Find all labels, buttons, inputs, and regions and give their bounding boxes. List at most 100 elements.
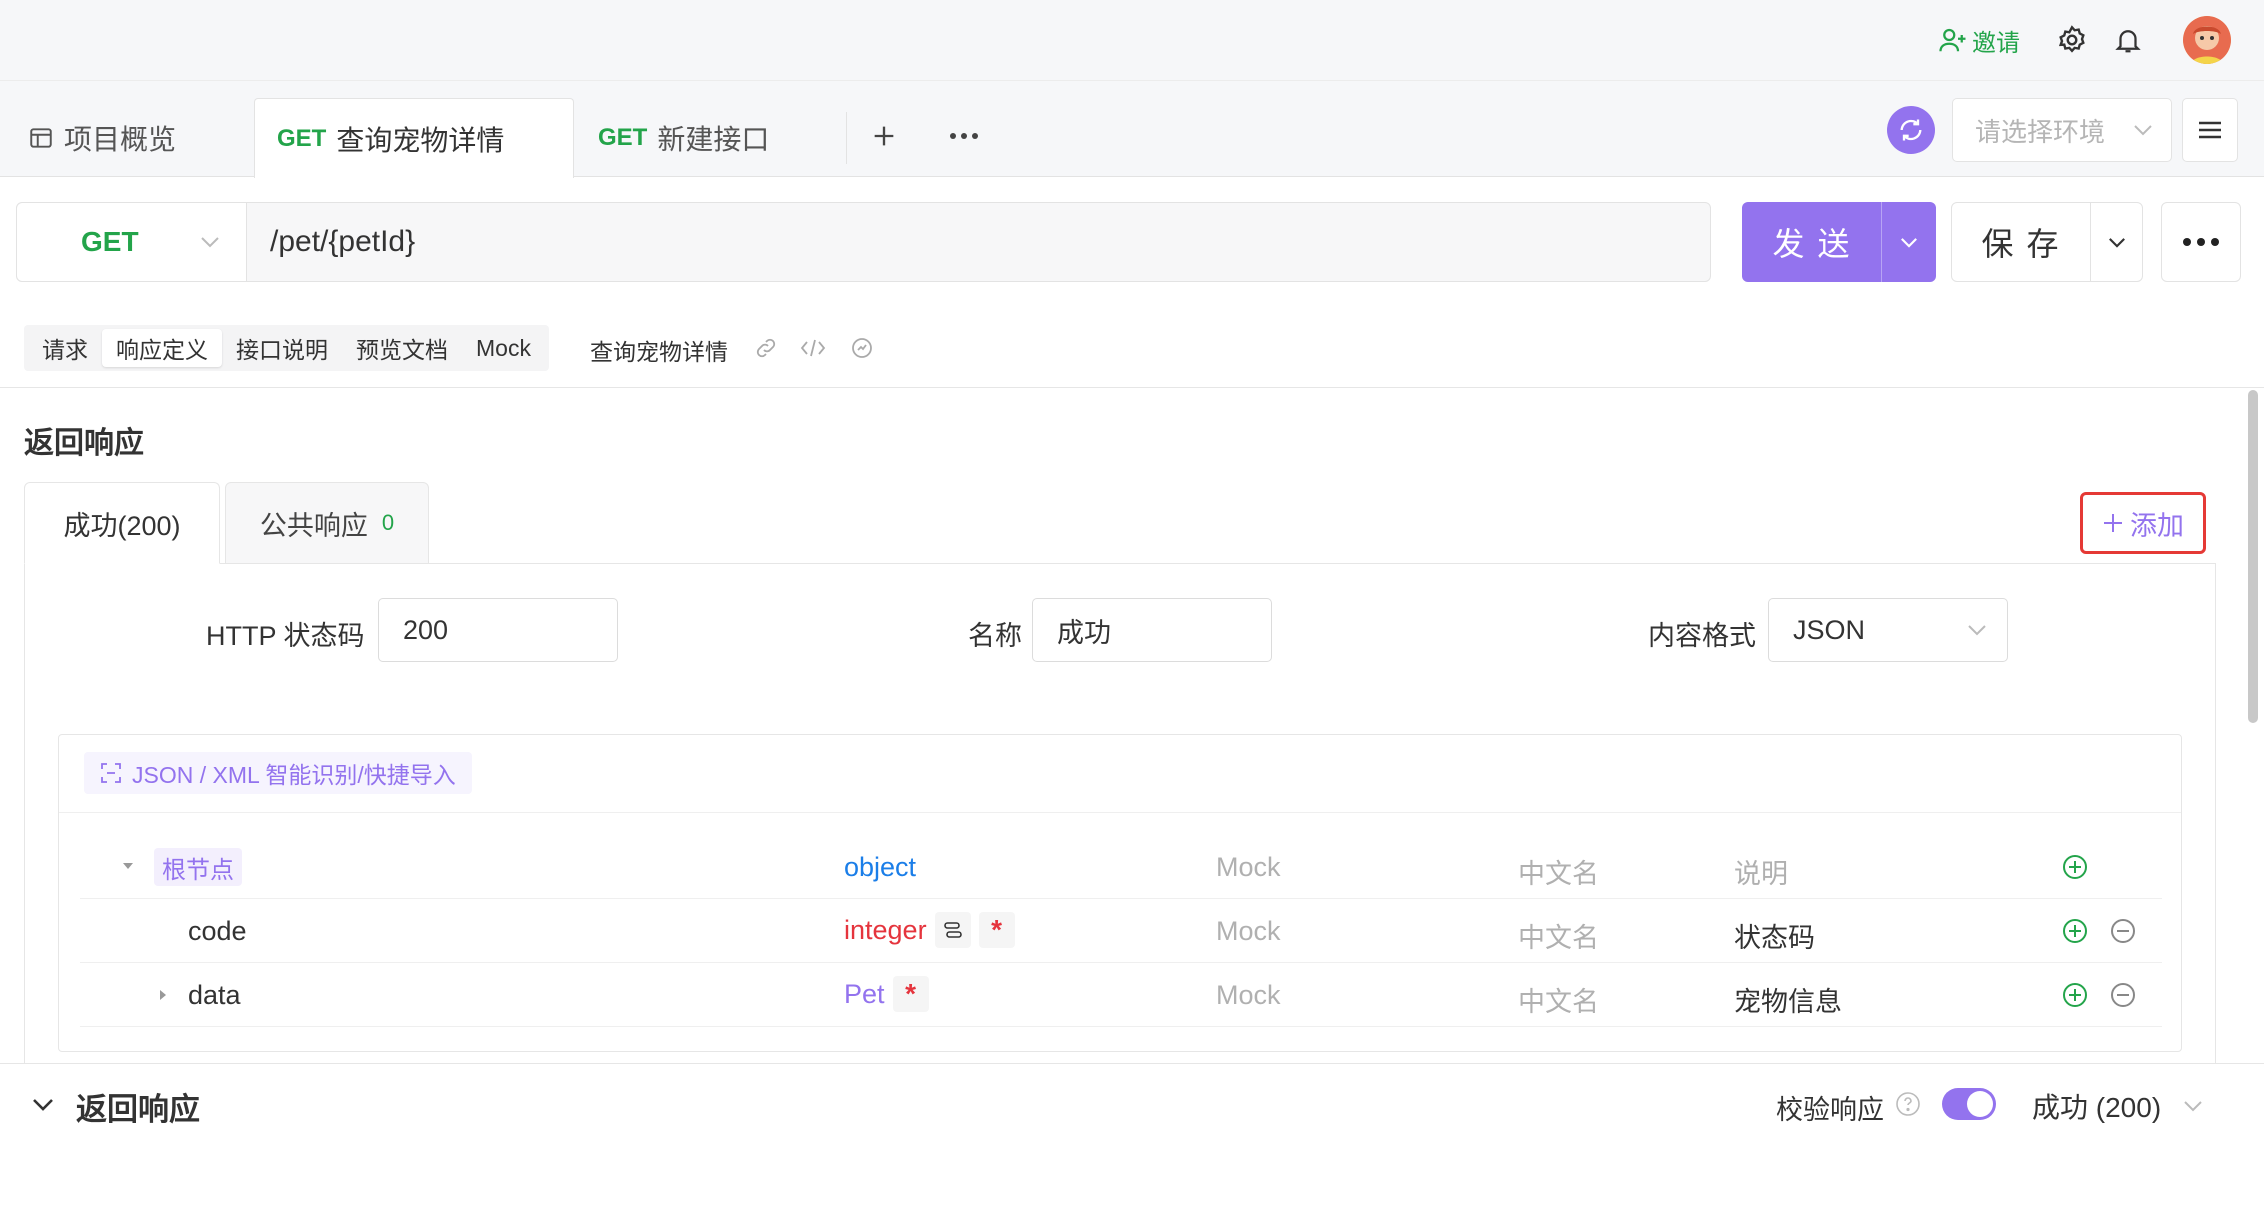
scan-icon	[100, 762, 122, 784]
tab-method: GET	[277, 124, 327, 152]
share-icon[interactable]	[848, 334, 876, 362]
status-code-input[interactable]: 200	[378, 598, 618, 662]
schema-row-cn-name[interactable]: 中文名	[1518, 916, 1599, 955]
smart-import-button[interactable]: JSON / XML 智能识别/快捷导入	[84, 752, 472, 794]
top-bar	[0, 0, 2264, 81]
add-circle-icon[interactable]	[2060, 980, 2090, 1010]
menu-icon[interactable]	[2182, 98, 2238, 162]
remove-circle-icon[interactable]	[2108, 980, 2138, 1010]
content-format-select[interactable]: JSON	[1768, 598, 2008, 662]
content-format-value: JSON	[1793, 614, 1866, 645]
more-tabs-icon[interactable]	[946, 118, 982, 154]
chevron-down-icon[interactable]	[28, 1090, 58, 1120]
tab-label: 查询宠物详情	[336, 124, 505, 156]
response-tab-common[interactable]: 公共响应 0	[225, 482, 429, 564]
caret-right-icon[interactable]	[156, 988, 170, 1002]
enum-icon[interactable]	[934, 912, 971, 948]
schema-row-type[interactable]: integer	[844, 915, 927, 946]
invite-button[interactable]: 邀请	[1938, 22, 2020, 58]
content-format-label: 内容格式	[1648, 621, 1756, 651]
tab-label: 新建接口	[657, 124, 770, 155]
required-icon[interactable]: *	[978, 912, 1015, 948]
environment-placeholder: 请选择环境	[1975, 116, 2106, 147]
add-tab-icon[interactable]	[866, 118, 902, 154]
required-icon[interactable]: *	[892, 976, 929, 1012]
subtab-api-description[interactable]: 接口说明	[222, 329, 342, 367]
bell-icon[interactable]	[2110, 22, 2146, 58]
schema-row-type-cell: Pet *	[844, 976, 929, 1012]
schema-row-cn-name[interactable]: 中文名	[1518, 980, 1599, 1019]
response-tab-label: 公共响应	[259, 510, 368, 541]
toggle-knob	[1967, 1091, 1993, 1117]
name-label: 名称	[968, 621, 1022, 651]
caret-down-icon[interactable]	[120, 858, 136, 874]
validate-toggle[interactable]	[1942, 1088, 1996, 1120]
help-icon[interactable]	[1894, 1090, 1922, 1118]
add-circle-icon[interactable]	[2060, 916, 2090, 946]
chevron-down-icon	[200, 236, 220, 248]
chevron-down-icon	[2183, 1100, 2203, 1112]
section-divider	[0, 387, 2264, 388]
chevron-down-icon[interactable]	[1882, 202, 1936, 282]
add-circle-icon[interactable]	[2060, 852, 2090, 882]
schema-row-name[interactable]: data	[188, 980, 241, 1011]
schema-row-desc[interactable]: 说明	[1734, 852, 1788, 891]
gear-icon[interactable]	[2054, 22, 2090, 58]
subtab-response-definition[interactable]: 响应定义	[102, 329, 222, 367]
more-icon	[2182, 237, 2220, 247]
subtab-mock[interactable]: Mock	[462, 329, 545, 367]
status-code-label: HTTP 状态码	[206, 621, 365, 651]
smart-import-label: JSON / XML 智能识别/快捷导入	[132, 762, 456, 788]
response-select[interactable]: 成功 (200)	[2032, 1086, 2203, 1126]
plus-icon	[2102, 512, 2124, 534]
common-count-badge: 0	[381, 510, 395, 535]
schema-row-desc[interactable]: 宠物信息	[1734, 980, 1842, 1019]
response-tab-success[interactable]: 成功(200)	[24, 482, 220, 564]
schema-row-type[interactable]: Pet	[844, 979, 885, 1010]
tab-new-api[interactable]: GET 新建接口	[598, 98, 838, 178]
schema-row-name[interactable]: 根节点	[154, 848, 242, 886]
sub-tabs: 请求 响应定义 接口说明 预览文档 Mock	[24, 325, 549, 371]
row-divider	[80, 1026, 2162, 1027]
send-button[interactable]: 发 送	[1742, 202, 1936, 282]
schema-row-mock[interactable]: Mock	[1216, 980, 1281, 1011]
api-name: 查询宠物详情	[590, 339, 728, 365]
tab-project-overview[interactable]: 项目概览	[28, 98, 248, 178]
tab-divider	[846, 112, 847, 164]
add-label: 添加	[2130, 510, 2184, 541]
scrollbar[interactable]	[2248, 390, 2258, 723]
schema-row-mock[interactable]: Mock	[1216, 916, 1281, 947]
environment-select[interactable]: 请选择环境	[1952, 98, 2172, 162]
response-footer	[0, 1063, 2264, 1210]
add-response-button[interactable]: 添加	[2080, 492, 2206, 554]
schema-row-mock[interactable]: Mock	[1216, 852, 1281, 883]
row-divider	[80, 962, 2162, 963]
tab-query-pet[interactable]: GET 查询宠物详情	[254, 98, 574, 178]
link-icon[interactable]	[752, 334, 780, 362]
save-label: 保 存	[1981, 226, 2061, 262]
schema-row-name[interactable]: code	[188, 916, 247, 947]
name-input[interactable]: 成功	[1032, 598, 1272, 662]
method-select[interactable]: GET	[17, 203, 247, 281]
tab-label: 项目概览	[64, 124, 177, 155]
schema-row-type[interactable]: object	[844, 852, 916, 883]
chevron-down-icon[interactable]	[2091, 203, 2143, 281]
code-icon[interactable]	[798, 334, 828, 362]
more-actions-button[interactable]	[2161, 202, 2241, 282]
response-select-value: 成功 (200)	[2032, 1092, 2162, 1123]
subtab-preview-docs[interactable]: 预览文档	[342, 329, 462, 367]
method-value: GET	[81, 226, 139, 257]
schema-row-type-cell: integer *	[844, 912, 1015, 948]
tab-method: GET	[598, 124, 648, 151]
sync-icon[interactable]	[1887, 106, 1935, 154]
avatar[interactable]	[2183, 16, 2231, 64]
footer-title: 返回响应	[76, 1092, 200, 1127]
send-label: 发 送	[1772, 226, 1852, 262]
url-input[interactable]: /pet/{petId}	[270, 202, 415, 282]
schema-row-cn-name[interactable]: 中文名	[1518, 852, 1599, 891]
schema-row-desc[interactable]: 状态码	[1734, 916, 1815, 955]
remove-circle-icon[interactable]	[2108, 916, 2138, 946]
schema-divider	[59, 812, 2181, 813]
subtab-request[interactable]: 请求	[28, 329, 102, 367]
save-button[interactable]: 保 存	[1951, 202, 2143, 282]
